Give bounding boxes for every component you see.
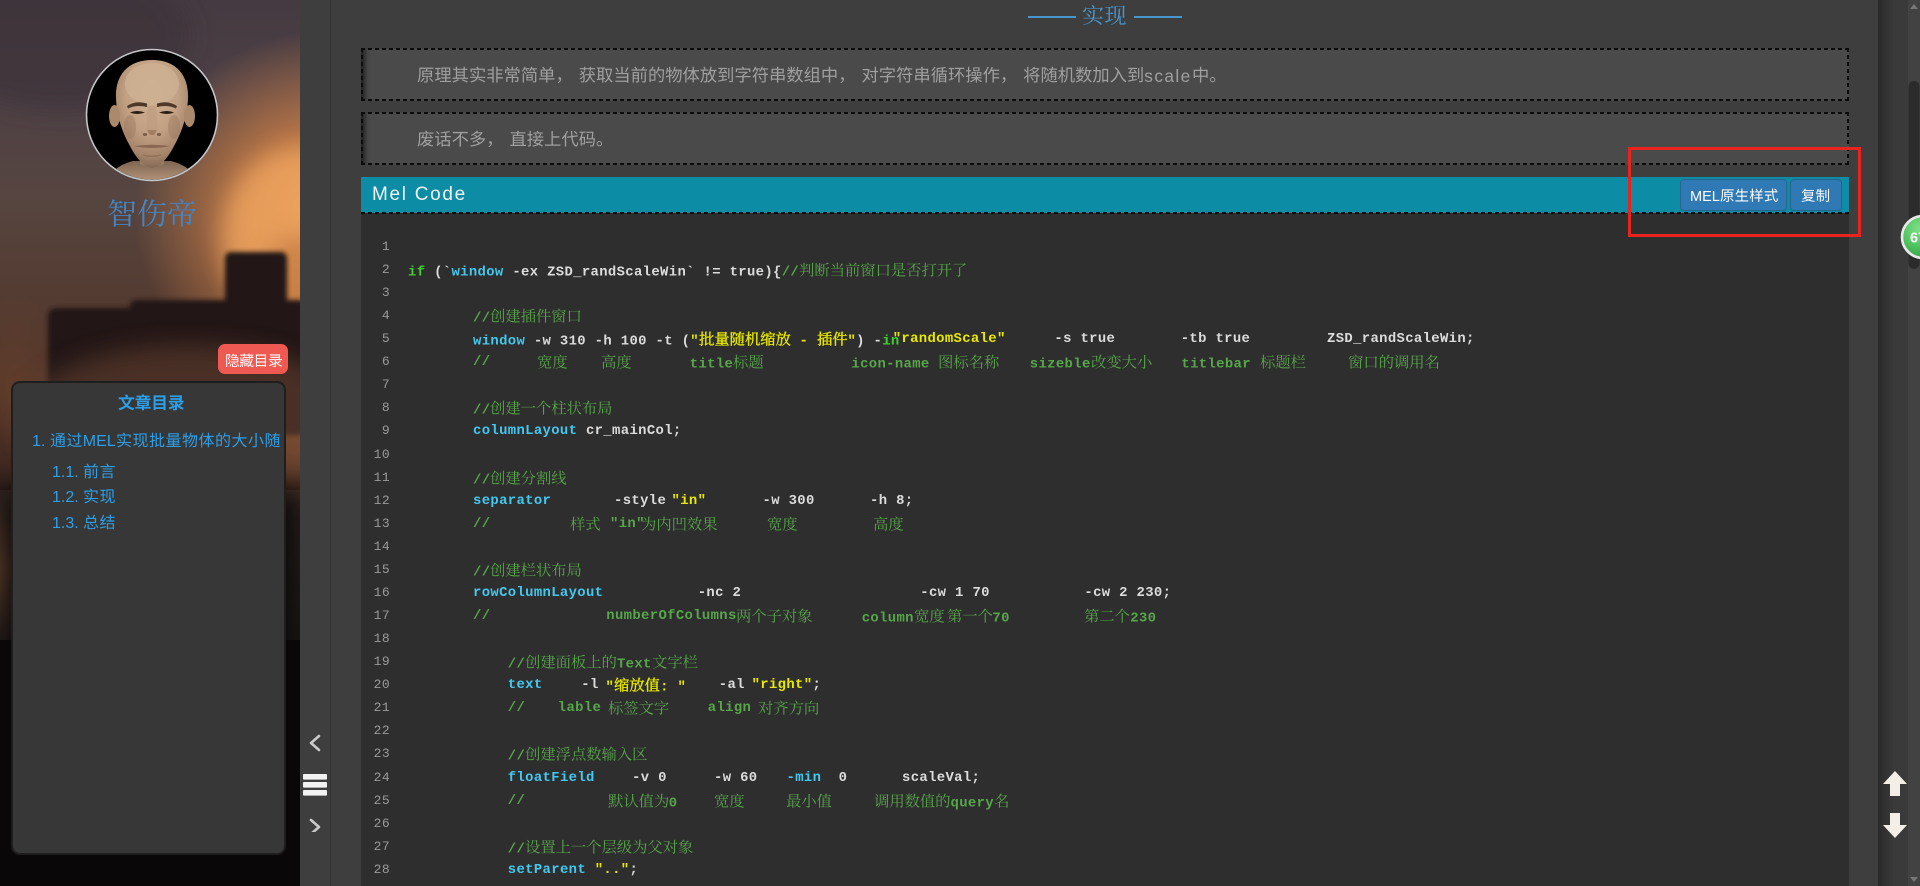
svg-text:673: 673 — [1910, 231, 1920, 247]
